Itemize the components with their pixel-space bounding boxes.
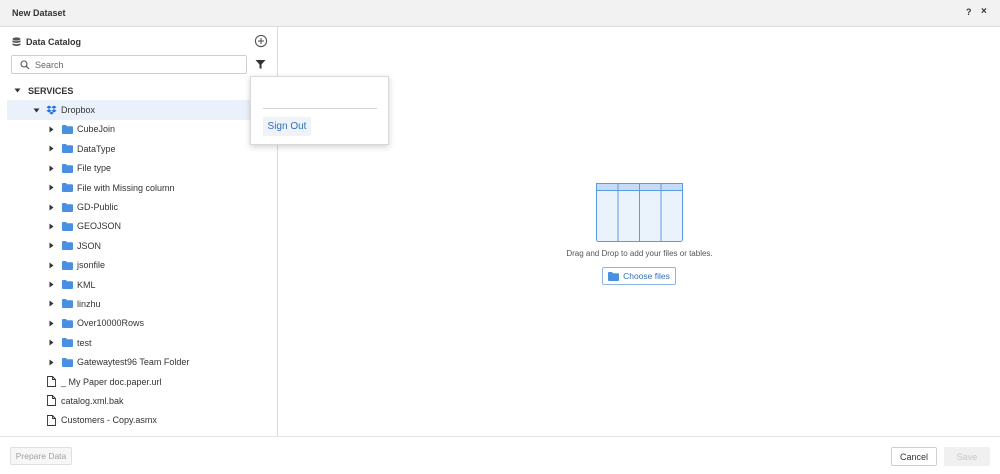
cancel-button[interactable]: Cancel [891,447,937,466]
folder-label: KML [77,279,96,290]
folder-label: GD-Public [77,202,119,213]
file-label: Customers - Copy.asmx [61,415,157,426]
folder-item[interactable]: DataType [0,139,277,158]
table-illustration-icon [596,183,683,242]
folder-label: CubeJoin [77,124,116,135]
sign-out-button[interactable]: Sign Out [263,117,311,136]
file-item[interactable]: _ My Paper doc.paper.url [0,372,277,391]
folder-icon [62,280,73,290]
title-bar: New Dataset ? × [0,0,1000,27]
database-icon [12,37,21,46]
menu-divider [263,108,377,109]
help-button[interactable]: ? [966,7,972,17]
folder-icon [62,318,73,328]
folder-open-icon [608,271,620,281]
folder-item[interactable]: File with Missing column [0,178,277,197]
search-icon [20,60,30,70]
search-input[interactable] [35,58,240,71]
folder-label: GEOJSON [77,221,122,232]
folder-label: File with Missing column [77,182,175,193]
tree-node-label: Dropbox [61,105,96,116]
prepare-data-button[interactable]: Prepare Data [10,447,72,465]
folder-icon [62,163,73,173]
caret-right-icon[interactable] [48,204,55,211]
caret-right-icon[interactable] [48,281,55,288]
caret-right-icon[interactable] [48,145,55,152]
caret-right-icon[interactable] [48,223,55,230]
data-catalog-panel: Data Catalog SERVICES Dro [0,27,278,436]
folder-icon [62,124,73,134]
catalog-title: Data Catalog [26,37,82,47]
folder-item[interactable]: KML [0,275,277,294]
caret-right-icon[interactable] [48,320,55,327]
folder-icon [62,357,73,367]
save-button[interactable]: Save [944,447,990,466]
caret-right-icon[interactable] [48,359,55,366]
folder-label: JSON [77,240,102,251]
folder-item[interactable]: test [0,333,277,352]
choose-files-label: Choose files [623,271,670,281]
folder-item[interactable]: Gatewaytest96 Team Folder [0,352,277,371]
search-box [11,55,247,74]
dropbox-icon [46,105,57,115]
file-icon [47,414,56,426]
caret-right-icon[interactable] [48,165,55,172]
caret-right-icon[interactable] [48,300,55,307]
file-item[interactable]: Customers - Copy.asmx [0,411,277,430]
filter-icon[interactable] [255,59,266,70]
tree-node-services[interactable]: SERVICES [0,81,277,100]
add-connection-icon[interactable] [254,34,268,48]
folder-icon [62,202,73,212]
caret-right-icon[interactable] [48,126,55,133]
choose-files-button[interactable]: Choose files [602,267,676,285]
folder-label: linzhu [77,298,101,309]
catalog-tree: SERVICES Dropbox CubeJoin DataType File … [0,81,277,430]
folder-icon [62,221,73,231]
caret-right-icon[interactable] [48,339,55,346]
drop-instructions: Drag and Drop to add your files or table… [566,249,713,258]
caret-down-icon[interactable] [33,107,40,114]
folder-label: jsonfile [77,260,106,271]
folder-label: Gatewaytest96 Team Folder [77,357,190,368]
folder-icon [62,338,73,348]
folder-item[interactable]: JSON [0,236,277,255]
dropbox-context-menu: Sign Out [250,76,389,145]
dialog-footer: Prepare Data Cancel Save [0,436,1000,474]
folder-icon [62,260,73,270]
catalog-header: Data Catalog [12,35,81,49]
folder-item[interactable]: linzhu [0,294,277,313]
folder-icon [62,241,73,251]
window-title: New Dataset [12,8,66,18]
folder-label: DataType [77,143,116,154]
folder-label: File type [77,163,112,174]
caret-down-icon[interactable] [14,87,21,94]
file-icon [47,395,56,407]
caret-right-icon[interactable] [48,262,55,269]
tree-node-dropbox[interactable]: Dropbox [7,100,271,120]
folder-label: Over10000Rows [77,318,145,329]
folder-item[interactable]: GD-Public [0,197,277,216]
folder-item[interactable]: Over10000Rows [0,314,277,333]
close-button[interactable]: × [981,6,987,17]
file-label: _ My Paper doc.paper.url [61,376,162,387]
folder-item[interactable]: jsonfile [0,256,277,275]
folder-item[interactable]: GEOJSON [0,217,277,236]
folder-icon [62,183,73,193]
tree-node-label: SERVICES [28,85,74,96]
caret-right-icon[interactable] [48,184,55,191]
folder-icon [62,299,73,309]
folder-label: test [77,337,92,348]
file-item[interactable]: catalog.xml.bak [0,391,277,410]
file-icon [47,376,56,387]
folder-item[interactable]: File type [0,159,277,178]
file-label: catalog.xml.bak [61,395,124,406]
caret-right-icon[interactable] [48,242,55,249]
folder-item[interactable]: CubeJoin [0,120,277,139]
folder-icon [62,144,73,154]
